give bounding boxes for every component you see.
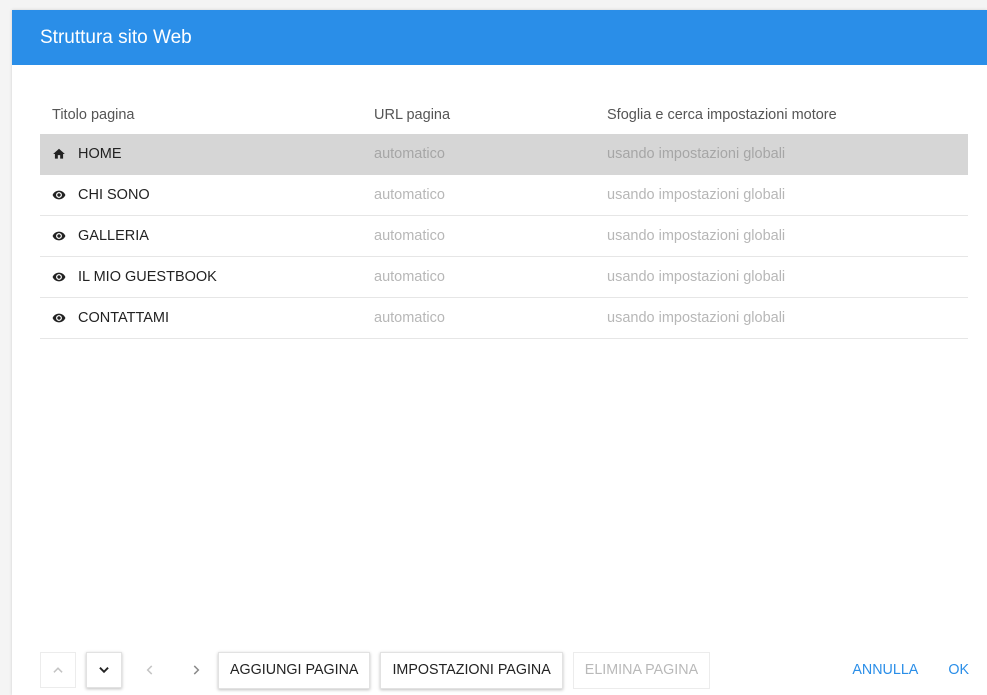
add-page-button[interactable]: AGGIUNGI PAGINA [218,651,371,689]
chevron-down-icon [99,667,109,674]
table-row[interactable]: GALLERIA automatico usando impostazioni … [40,216,968,257]
chevron-up-icon [53,667,63,673]
dialog-header: Struttura sito Web [12,10,987,65]
home-icon [52,147,66,161]
page-seo: usando impostazioni globali [607,269,786,285]
page-title: GALLERIA [78,228,149,244]
page-title: CONTATTAMI [78,310,170,326]
site-structure-dialog: Struttura sito Web Titolo pagina URL pag… [12,10,987,695]
page-url: automatico [374,187,445,203]
table-row[interactable]: CHI SONO automatico usando impostazioni … [40,175,968,216]
chevron-right-icon [193,665,200,675]
page-seo: usando impostazioni globali [607,146,786,162]
chevron-left-icon [146,665,153,675]
page-seo: usando impostazioni globali [607,187,786,203]
outdent-button[interactable] [132,652,168,688]
column-header-seo: Sfoglia e cerca impostazioni motore [607,107,837,123]
delete-page-button[interactable]: ELIMINA PAGINA [572,651,711,689]
eye-icon [52,188,66,202]
page-url: automatico [374,228,445,244]
eye-icon [52,229,66,243]
indent-button[interactable] [178,652,214,688]
table-row[interactable]: CONTATTAMI automatico usando impostazion… [40,298,968,339]
page-seo: usando impostazioni globali [607,310,786,326]
dialog-footer: AGGIUNGI PAGINA IMPOSTAZIONI PAGINA ELIM… [40,651,971,689]
table-header: Titolo pagina URL pagina Sfoglia e cerca… [40,96,968,134]
table-row[interactable]: IL MIO GUESTBOOK automatico usando impos… [40,257,968,298]
column-header-url: URL pagina [374,107,451,123]
eye-icon [52,270,66,284]
move-up-button[interactable] [40,652,76,688]
column-header-title: Titolo pagina [52,107,135,123]
ok-button[interactable]: OK [948,662,969,678]
move-down-button[interactable] [86,652,122,688]
dialog-title: Struttura sito Web [40,26,192,48]
page-url: automatico [374,310,445,326]
pages-table: Titolo pagina URL pagina Sfoglia e cerca… [40,96,968,339]
page-title: HOME [78,146,122,162]
page-seo: usando impostazioni globali [607,228,786,244]
page-title: IL MIO GUESTBOOK [78,269,217,285]
table-row[interactable]: HOME automatico usando impostazioni glob… [40,134,968,175]
page-url: automatico [374,269,445,285]
page-url: automatico [374,146,445,162]
eye-icon [52,311,66,325]
page-title: CHI SONO [78,187,150,203]
cancel-button[interactable]: ANNULLA [852,662,918,678]
page-settings-button[interactable]: IMPOSTAZIONI PAGINA [380,651,563,689]
